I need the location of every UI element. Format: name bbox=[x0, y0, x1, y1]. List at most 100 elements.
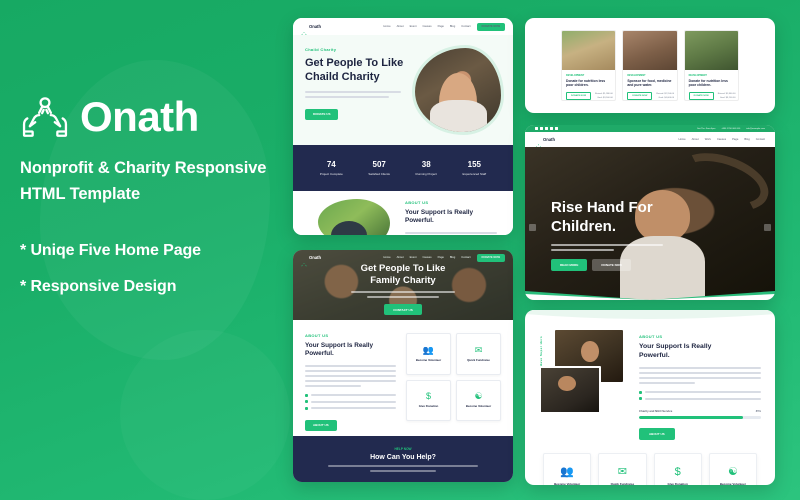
nav-item-about[interactable]: About bbox=[692, 138, 699, 141]
hero-donate-button[interactable]: DONATE NOW bbox=[592, 258, 631, 271]
nav-item-page[interactable]: Page bbox=[732, 138, 738, 141]
topbar-phone[interactable]: +880 1700 000 000 bbox=[721, 128, 740, 130]
about-button[interactable]: ABOUT US bbox=[305, 419, 337, 431]
cause-donate-button[interactable]: DONATE NOW bbox=[627, 92, 653, 100]
about-image bbox=[318, 199, 390, 235]
cause-donate-button[interactable]: DONATE NOW bbox=[688, 92, 714, 100]
preview-hero-section: Onath Home About Event Causes Page Blog … bbox=[293, 250, 513, 320]
about-heading-line-2: Powerful. bbox=[639, 351, 670, 359]
cause-amounts: Raised: $2,150.00 Goal: $4,000.00 bbox=[656, 93, 674, 100]
nav-item-home[interactable]: Home bbox=[383, 25, 390, 28]
carousel-next-arrow[interactable] bbox=[764, 223, 771, 231]
people-group-icon: 👥 bbox=[560, 466, 574, 479]
donation-box-icon: ✉ bbox=[617, 466, 627, 479]
about-eyebrow: ABOUT US bbox=[405, 200, 429, 205]
service-card-give-donation[interactable]: $ Give Donation bbox=[406, 379, 451, 421]
topbar-contact-info: Sat-Thu: 9am-6pm +880 1700 000 000 info@… bbox=[697, 128, 765, 130]
linkedin-icon[interactable] bbox=[550, 127, 553, 130]
preview-home1-card[interactable]: Onath Home About Event Causes Page Blog … bbox=[293, 18, 513, 235]
service-label: Give Donation bbox=[667, 482, 688, 485]
service-card-become-volunteer-2[interactable]: ☯ Become Volunteer bbox=[456, 379, 501, 421]
service-label: Become Volunteer bbox=[415, 357, 442, 362]
tagline-line-2: HTML Template bbox=[20, 184, 141, 203]
youtube-icon[interactable] bbox=[555, 127, 558, 130]
check-icon bbox=[305, 400, 308, 404]
service-card-quick-fundraise[interactable]: ✉ Quick Fundraise bbox=[598, 452, 647, 485]
stat-number: 74 bbox=[326, 160, 336, 170]
preview-logo[interactable]: Onath bbox=[301, 24, 321, 35]
hero-heading-line-1: Rise Hand For bbox=[551, 199, 653, 216]
dollar-hand-icon: $ bbox=[426, 391, 432, 402]
causes-grid: DEVELOPMENT Donate for nutrition less po… bbox=[561, 30, 739, 101]
stat-item: 38 Running Project bbox=[416, 160, 437, 176]
nav-item-home[interactable]: Home bbox=[679, 138, 686, 141]
nav-item-causes[interactable]: Causes bbox=[717, 138, 726, 141]
carousel-prev-arrow[interactable] bbox=[529, 223, 536, 231]
about-heading-line-2: Powerful. bbox=[305, 350, 334, 358]
cause-donate-button[interactable]: DONATE NOW bbox=[566, 92, 592, 100]
topbar-email[interactable]: info@example.com bbox=[746, 128, 765, 130]
twitter-icon[interactable] bbox=[540, 127, 543, 130]
nav-item-blog[interactable]: Blog bbox=[450, 25, 455, 28]
facebook-icon[interactable] bbox=[535, 127, 538, 130]
footer-eyebrow: HELP NOW bbox=[394, 446, 412, 451]
cause-card[interactable]: DEVELOPMENT Sponsor for food, medicine a… bbox=[622, 30, 678, 101]
about-heading: Your Support Is Really Powerful. bbox=[305, 342, 396, 359]
checklist-item bbox=[639, 390, 761, 394]
donate-now-button[interactable]: DONATE NOW bbox=[476, 22, 505, 31]
nav-item-about[interactable]: About bbox=[397, 25, 404, 28]
about-paragraph bbox=[639, 366, 761, 384]
progress-label: Charity and NGO Service bbox=[639, 409, 673, 414]
stat-item: 507 Satisfied Clients bbox=[368, 160, 390, 176]
about-button[interactable]: ABOUT US bbox=[639, 427, 675, 440]
stat-label: Satisfied Clients bbox=[368, 171, 390, 176]
nav-item-contact[interactable]: Contact bbox=[756, 138, 765, 141]
progress-section: Charity and NGO Service 85% bbox=[639, 409, 761, 419]
service-label: Become Volunteer bbox=[465, 404, 492, 409]
about-heading-line-1: Your Support Is Really bbox=[405, 209, 474, 216]
tagline: Nonprofit & Charity Responsive HTML Temp… bbox=[20, 156, 285, 207]
preview-logo[interactable]: Onath bbox=[535, 137, 555, 148]
nav-item-contact[interactable]: Contact bbox=[461, 25, 470, 28]
nav-item-page[interactable]: Page bbox=[438, 25, 444, 28]
hero-contact-button[interactable]: CONTACT US bbox=[384, 304, 422, 316]
service-card-become-volunteer-2[interactable]: ☯ Become Volunteer bbox=[708, 452, 757, 485]
nav-item-event[interactable]: Event bbox=[410, 25, 417, 28]
preview-hero-section: Rise Hand For Children. READ MORE DONATE… bbox=[525, 142, 775, 300]
product-info-panel: Onath Nonprofit & Charity Responsive HTM… bbox=[20, 95, 285, 314]
preview-home3-card[interactable]: Sat-Thu: 9am-6pm +880 1700 000 000 info@… bbox=[525, 125, 775, 300]
service-label: Become Volunteer bbox=[719, 482, 746, 485]
nav-item-causes[interactable]: Causes bbox=[422, 25, 431, 28]
about-heading-line-1: Your Support Is Really bbox=[305, 342, 374, 349]
cause-meta-row: DONATE NOW Raised: $2,150.00 Goal: $4,00… bbox=[627, 92, 674, 100]
topbar-hours: Sat-Thu: 9am-6pm bbox=[697, 127, 716, 130]
cause-category: DEVELOPMENT bbox=[627, 73, 646, 77]
check-icon bbox=[305, 406, 308, 410]
service-card-quick-fundraise[interactable]: ✉ Quick Fundraise bbox=[456, 333, 501, 375]
cause-card[interactable]: DEVELOPMENT Donate for nutrition less po… bbox=[561, 30, 617, 101]
service-label: Become Volunteer bbox=[554, 482, 581, 485]
cause-body: DEVELOPMENT Sponsor for food, medicine a… bbox=[623, 70, 676, 100]
about-checklist bbox=[639, 390, 761, 401]
preview-causes-card[interactable]: DEVELOPMENT Donate for nutrition less po… bbox=[525, 18, 775, 113]
cause-card[interactable]: DEVELOPMENT Donate for nutrition less po… bbox=[683, 30, 739, 101]
check-icon bbox=[639, 390, 642, 394]
feature-item: * Uniqe Five Home Page bbox=[20, 242, 201, 260]
preview-home2-card[interactable]: Onath Home About Event Causes Page Blog … bbox=[293, 250, 513, 482]
hero-heading: Get People To Like Family Charity bbox=[361, 263, 446, 288]
hands-holding-ribbon-icon bbox=[301, 24, 307, 35]
instagram-icon[interactable] bbox=[545, 127, 548, 130]
about-paragraph bbox=[405, 231, 497, 235]
nav-item-work[interactable]: Work bbox=[705, 138, 711, 141]
nav-item-blog[interactable]: Blog bbox=[744, 138, 749, 141]
stat-number: 507 bbox=[372, 160, 386, 170]
check-icon bbox=[305, 393, 308, 397]
preview-about-card[interactable]: We Have Super Hero ABOUT US Your Support… bbox=[525, 310, 775, 485]
hero-read-more-button[interactable]: READ MORE bbox=[551, 258, 588, 271]
service-card-give-donation[interactable]: $ Give Donation bbox=[653, 452, 702, 485]
about-text: ABOUT US Your Support Is Really Powerful… bbox=[639, 330, 761, 440]
service-card-become-volunteer[interactable]: 👥 Become Volunteer bbox=[543, 452, 592, 485]
service-card-become-volunteer[interactable]: 👥 Become Volunteer bbox=[406, 333, 451, 375]
hero-donate-button[interactable]: DONATE US bbox=[305, 108, 339, 120]
progress-header: Charity and NGO Service 85% bbox=[639, 409, 761, 413]
